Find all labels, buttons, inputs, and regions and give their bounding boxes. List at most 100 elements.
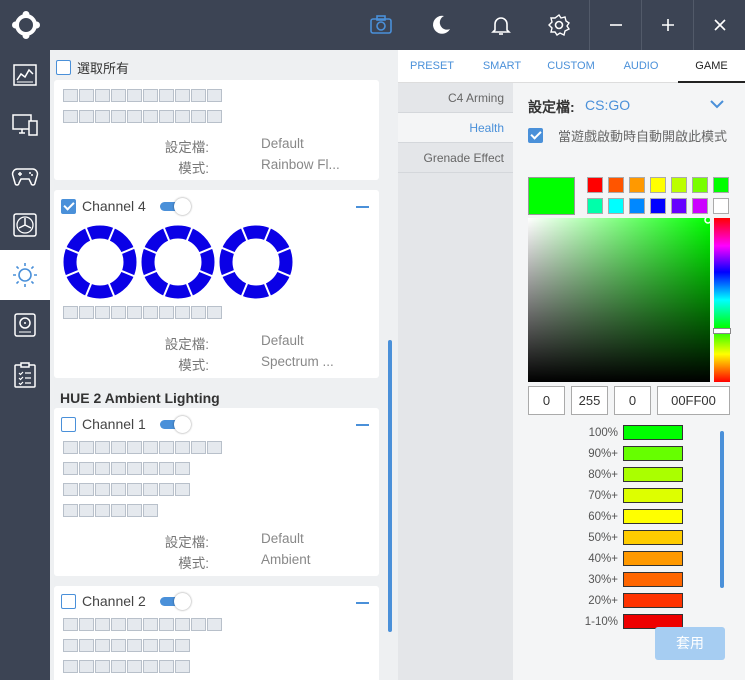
led-cell[interactable] <box>175 306 190 319</box>
color-swatch[interactable] <box>629 198 645 214</box>
led-cell[interactable] <box>111 504 126 517</box>
led-cell[interactable] <box>159 441 174 454</box>
led-cell[interactable] <box>95 89 110 102</box>
color-swatch[interactable] <box>650 198 666 214</box>
minimize-button[interactable] <box>589 0 641 50</box>
led-cell[interactable] <box>191 306 206 319</box>
led-cell[interactable] <box>95 639 110 652</box>
led-cell[interactable] <box>63 660 78 673</box>
led-cell[interactable] <box>79 618 94 631</box>
tab-smart[interactable]: SMART <box>466 50 538 83</box>
led-cell[interactable] <box>79 462 94 475</box>
health-level-row[interactable]: 40%+ <box>568 551 718 568</box>
led-cell[interactable] <box>207 306 222 319</box>
led-cell[interactable] <box>143 618 158 631</box>
channel-4-toggle[interactable] <box>159 198 192 215</box>
led-cell[interactable] <box>159 110 174 123</box>
red-input[interactable]: 0 <box>528 386 565 415</box>
led-cell[interactable] <box>127 462 142 475</box>
close-button[interactable] <box>693 0 745 50</box>
scrollbar[interactable] <box>388 340 392 632</box>
led-cell[interactable] <box>63 462 78 475</box>
hue-slider[interactable] <box>713 218 731 382</box>
auto-enable-checkbox[interactable] <box>528 128 543 143</box>
tab-audio[interactable]: AUDIO <box>604 50 678 83</box>
event-grenade-effect[interactable]: Grenade Effect <box>398 143 513 173</box>
led-cell[interactable] <box>191 110 206 123</box>
led-cell[interactable] <box>159 306 174 319</box>
led-cell[interactable] <box>63 110 78 123</box>
led-cell[interactable] <box>95 660 110 673</box>
health-level-row[interactable]: 70%+ <box>568 488 718 505</box>
led-cell[interactable] <box>191 618 206 631</box>
led-cell[interactable] <box>127 618 142 631</box>
health-level-color[interactable] <box>623 572 683 587</box>
led-cell[interactable] <box>127 504 142 517</box>
camera-icon[interactable] <box>369 13 393 37</box>
led-cell[interactable] <box>63 441 78 454</box>
ambient-channel-2-toggle[interactable] <box>159 593 192 610</box>
color-swatch[interactable] <box>608 177 624 193</box>
color-swatch[interactable] <box>692 198 708 214</box>
event-c4-arming[interactable]: C4 Arming <box>398 83 513 113</box>
chevron-down-icon[interactable] <box>709 96 725 112</box>
led-cell[interactable] <box>175 639 190 652</box>
led-cell[interactable] <box>111 639 126 652</box>
led-cell[interactable] <box>143 504 158 517</box>
hue-slider-handle[interactable] <box>713 328 731 334</box>
led-cell[interactable] <box>111 660 126 673</box>
color-swatch[interactable] <box>650 177 666 193</box>
led-cell[interactable] <box>95 441 110 454</box>
sidebar-item-dashboard[interactable] <box>0 50 50 100</box>
led-cell[interactable] <box>127 660 142 673</box>
led-cell[interactable] <box>95 483 110 496</box>
sidebar-item-fan[interactable] <box>0 200 50 250</box>
led-cell[interactable] <box>127 306 142 319</box>
led-cell[interactable] <box>143 110 158 123</box>
led-cell[interactable] <box>95 306 110 319</box>
led-cell[interactable] <box>63 89 78 102</box>
led-cell[interactable] <box>95 618 110 631</box>
led-cell[interactable] <box>79 306 94 319</box>
led-cell[interactable] <box>143 89 158 102</box>
led-cell[interactable] <box>111 462 126 475</box>
led-cell[interactable] <box>63 504 78 517</box>
led-cell[interactable] <box>79 504 94 517</box>
sidebar-item-gamepad[interactable] <box>0 150 50 200</box>
color-swatch[interactable] <box>692 177 708 193</box>
color-swatch[interactable] <box>587 198 603 214</box>
color-swatch[interactable] <box>671 198 687 214</box>
led-cell[interactable] <box>111 441 126 454</box>
color-swatch[interactable] <box>671 177 687 193</box>
hex-input[interactable]: 00FF00 <box>657 386 730 415</box>
led-cell[interactable] <box>143 660 158 673</box>
led-cell[interactable] <box>159 618 174 631</box>
led-cell[interactable] <box>127 89 142 102</box>
health-level-color[interactable] <box>623 593 683 608</box>
health-level-row[interactable]: 90%+ <box>568 446 718 463</box>
led-cell[interactable] <box>207 618 222 631</box>
led-cell[interactable] <box>63 618 78 631</box>
color-swatch[interactable] <box>713 177 729 193</box>
profile-dropdown[interactable]: CS:GO <box>585 97 630 113</box>
collapse-minus-icon[interactable] <box>356 206 369 208</box>
select-all[interactable]: 選取所有 <box>56 58 129 77</box>
led-cell[interactable] <box>143 441 158 454</box>
led-cell[interactable] <box>79 639 94 652</box>
led-cell[interactable] <box>111 483 126 496</box>
apply-button[interactable]: 套用 <box>655 627 725 660</box>
led-cell[interactable] <box>175 441 190 454</box>
tab-preset[interactable]: PRESET <box>398 50 466 83</box>
fan-ring[interactable] <box>219 225 293 299</box>
led-cell[interactable] <box>127 639 142 652</box>
health-level-color[interactable] <box>623 446 683 461</box>
led-cell[interactable] <box>127 483 142 496</box>
saturation-value-picker[interactable] <box>528 218 710 382</box>
led-cell[interactable] <box>175 110 190 123</box>
health-level-color[interactable] <box>623 425 683 440</box>
fan-ring[interactable] <box>63 225 137 299</box>
event-health[interactable]: Health <box>398 113 513 143</box>
led-cell[interactable] <box>175 618 190 631</box>
maximize-button[interactable] <box>641 0 693 50</box>
led-cell[interactable] <box>79 89 94 102</box>
